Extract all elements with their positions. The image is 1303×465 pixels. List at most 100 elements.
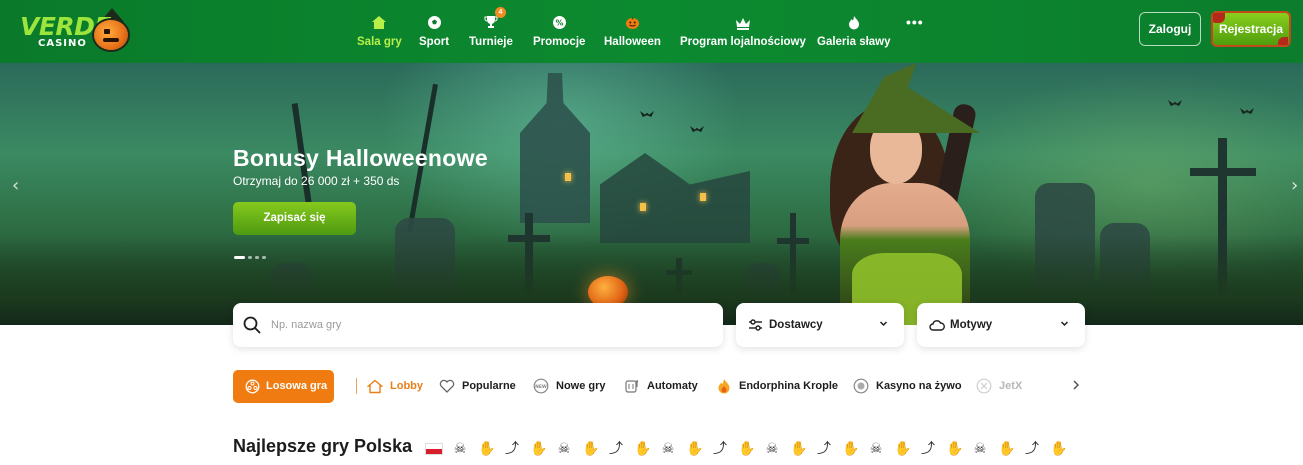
- category-nowe-gry[interactable]: NEW Nowe gry: [532, 376, 606, 396]
- search-icon: [243, 316, 261, 334]
- random-dice-icon: [245, 379, 260, 394]
- category-label: Endorphina Krople: [739, 380, 838, 392]
- bloody-hand-icon: ✋: [686, 441, 704, 457]
- lit-window: [565, 173, 571, 181]
- nav-halloween[interactable]: Halloween: [604, 10, 661, 52]
- game-search-box: [233, 303, 723, 347]
- haunted-house-silhouette: [600, 153, 750, 243]
- flame-icon: [848, 10, 860, 30]
- bloody-hand-icon: ✋: [842, 441, 860, 457]
- more-menu-button[interactable]: •••: [906, 14, 924, 56]
- church-silhouette: [520, 73, 590, 223]
- bloody-hand-icon: ✋: [634, 441, 652, 457]
- skull-icon: ☠: [557, 441, 571, 457]
- login-label: Zaloguj: [1148, 22, 1192, 36]
- search-input[interactable]: [271, 303, 711, 347]
- nav-label: Program lojalnościowy: [680, 36, 806, 48]
- category-label: Nowe gry: [556, 380, 606, 392]
- verde-casino-logo[interactable]: VERDE CASINO: [20, 8, 130, 56]
- grave-cross: [1190, 168, 1256, 176]
- nav-label: Turnieje: [469, 36, 513, 48]
- cta-label: Zapisać się: [263, 212, 326, 224]
- providers-dropdown[interactable]: Dostawcy: [736, 303, 904, 347]
- scythe-icon: ⤴: [609, 441, 623, 457]
- bloody-hand-icon: ✋: [790, 441, 808, 457]
- category-lobby[interactable]: Lobby: [366, 376, 423, 396]
- svg-text:NEW: NEW: [535, 384, 547, 390]
- nav-label: Galeria sławy: [817, 36, 891, 48]
- scythe-icon: ⤴: [1025, 441, 1039, 457]
- category-label: Lobby: [390, 380, 423, 392]
- hero-title: Bonusy Halloweenowe: [233, 145, 488, 171]
- scythe-icon: ⤴: [505, 441, 519, 457]
- slide-dot[interactable]: [234, 256, 245, 259]
- providers-label: Dostawcy: [769, 319, 823, 331]
- casino-page: VERDE CASINO Sala gry Sport 4 Turnieje %…: [0, 0, 1303, 465]
- skull-icon: ☠: [661, 441, 675, 457]
- slide-dot[interactable]: [262, 256, 266, 259]
- home-outline-icon: [366, 377, 384, 395]
- bat-icon: [640, 111, 654, 117]
- bloody-hand-icon: ✋: [582, 441, 600, 457]
- halloween-decoration-row: ☠ ✋ ⤴ ✋ ☠ ✋ ⤴ ✋ ☠ ✋ ⤴ ✋ ☠ ✋ ⤴ ✋ ☠ ✋ ⤴ ✋ …: [452, 438, 1068, 460]
- bat-icon: [1168, 100, 1182, 106]
- section-title: Najlepsze gry Polska: [233, 436, 413, 456]
- nav-program-lojalnosciowy[interactable]: Program lojalnościowy: [680, 10, 806, 52]
- nav-turnieje[interactable]: 4 Turnieje: [469, 7, 513, 52]
- svg-text:%: %: [555, 19, 563, 28]
- trophy-icon: 4: [483, 7, 506, 30]
- bat-icon: [690, 126, 704, 132]
- category-endorphina-krople[interactable]: Endorphina Krople: [715, 376, 838, 396]
- register-label: Rejestracja: [1218, 22, 1284, 36]
- soccer-ball-icon: [427, 10, 442, 30]
- bloody-hand-icon: ✋: [894, 441, 912, 457]
- slide-dot[interactable]: [255, 256, 259, 259]
- percent-badge-icon: %: [552, 10, 567, 30]
- hero-next-arrow[interactable]: ›: [1291, 175, 1298, 196]
- category-automaty[interactable]: Automaty: [623, 376, 698, 396]
- category-label: Kasyno na żywo: [876, 380, 962, 392]
- bloody-hand-icon: ✋: [530, 441, 548, 457]
- chevron-right-icon[interactable]: [1072, 379, 1080, 391]
- hero-prev-arrow[interactable]: ‹: [12, 175, 19, 196]
- themes-dropdown[interactable]: Motywy: [917, 303, 1085, 347]
- nav-promocje[interactable]: % Promocje: [533, 10, 585, 52]
- live-chip-icon: [852, 377, 870, 395]
- drop-flame-icon: [715, 377, 733, 395]
- bloody-hand-icon: ✋: [738, 441, 756, 457]
- nav-label: Sala gry: [357, 36, 402, 48]
- more-icon: •••: [906, 14, 924, 30]
- themes-label: Motywy: [950, 319, 993, 331]
- jetx-icon: [975, 377, 993, 395]
- category-popularne[interactable]: Popularne: [438, 376, 516, 396]
- signup-cta-button[interactable]: Zapisać się: [233, 202, 356, 235]
- slide-indicator: [234, 256, 266, 259]
- category-jetx[interactable]: JetX: [975, 376, 1022, 396]
- chevron-down-icon: [1060, 321, 1069, 327]
- category-kasyno-na-zywo[interactable]: Kasyno na żywo: [852, 376, 962, 396]
- pumpkin-icon: [94, 20, 128, 50]
- home-icon: [371, 10, 387, 30]
- register-button[interactable]: Rejestracja: [1211, 11, 1291, 47]
- bat-icon: [1240, 108, 1254, 114]
- logo-sub-text: CASINO: [38, 38, 87, 49]
- slide-dot[interactable]: [248, 256, 252, 259]
- bloody-hand-icon: ✋: [478, 441, 496, 457]
- nav-label: Promocje: [533, 36, 586, 48]
- bloody-hand-icon: ✋: [946, 441, 964, 457]
- nav-galeria-slawy[interactable]: Galeria sławy: [817, 10, 891, 52]
- login-button[interactable]: Zaloguj: [1139, 12, 1201, 46]
- nav-sala-gry[interactable]: Sala gry: [357, 10, 402, 52]
- category-divider: [356, 378, 357, 394]
- random-game-button[interactable]: Losowa gra: [233, 370, 334, 403]
- random-label: Losowa gra: [266, 380, 328, 392]
- new-badge-icon: NEW: [532, 377, 550, 395]
- category-label: Popularne: [462, 380, 516, 392]
- poland-flag-icon: [425, 443, 443, 455]
- cloud-icon: [929, 320, 945, 331]
- nav-label: Halloween: [604, 36, 661, 48]
- pumpkin-icon: [625, 10, 640, 30]
- skull-icon: ☠: [765, 441, 779, 457]
- slot-machine-icon: [623, 377, 641, 395]
- nav-sport[interactable]: Sport: [419, 10, 449, 52]
